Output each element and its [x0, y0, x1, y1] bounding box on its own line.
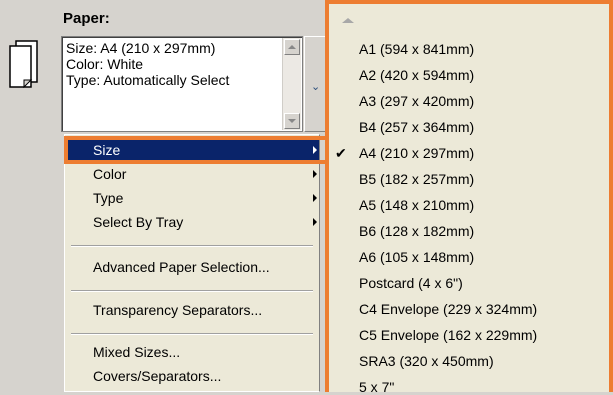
size-option-a2[interactable]: A2 (420 x 594mm) — [359, 67, 474, 83]
paper-dropdown-button[interactable]: ⌄ — [304, 36, 326, 132]
menu-item-label: Transparency Separators... — [93, 302, 263, 318]
menu-item-label: Mixed Sizes... — [93, 344, 181, 360]
menu-separator — [71, 290, 313, 292]
menu-item-select-by-tray[interactable]: Select By Tray — [65, 210, 319, 234]
submenu-arrow-icon — [313, 194, 317, 202]
size-option-postcard[interactable]: Postcard (4 x 6") — [359, 275, 463, 291]
size-option-a4[interactable]: A4 (210 x 297mm) — [359, 145, 474, 161]
checkmark-icon: ✔ — [335, 145, 347, 161]
size-option-c4-envelope[interactable]: C4 Envelope (229 x 324mm) — [359, 301, 537, 317]
size-option-b5[interactable]: B5 (182 x 257mm) — [359, 171, 474, 187]
menu-item-transparency-separators[interactable]: Transparency Separators... — [65, 298, 319, 322]
menu-item-advanced-paper-selection[interactable]: Advanced Paper Selection... — [65, 255, 319, 279]
size-option-b4[interactable]: B4 (257 x 364mm) — [359, 119, 474, 135]
paper-color-line: Color: White — [66, 56, 144, 72]
size-option-a6[interactable]: A6 (105 x 148mm) — [359, 249, 474, 265]
menu-item-label: Advanced Paper Selection... — [93, 259, 270, 275]
scroll-up-arrow-icon[interactable] — [342, 18, 354, 23]
size-option-sra3[interactable]: SRA3 (320 x 450mm) — [359, 353, 494, 369]
size-submenu: A1 (594 x 841mm) A2 (420 x 594mm) A3 (29… — [325, 0, 613, 395]
menu-item-label: Color — [93, 166, 127, 182]
submenu-arrow-icon — [313, 170, 317, 178]
dropdown-chevron-icon: ⌄ — [311, 81, 321, 93]
size-option-5x7[interactable]: 5 x 7" — [359, 379, 394, 395]
menu-item-label: Covers/Separators... — [93, 368, 222, 384]
size-option-c5-envelope[interactable]: C5 Envelope (162 x 229mm) — [359, 327, 537, 343]
menu-separator — [71, 245, 313, 247]
paper-info-box[interactable]: Size: A4 (210 x 297mm) Color: White Type… — [61, 36, 303, 132]
scroll-up-button[interactable] — [284, 39, 300, 55]
document-icon — [9, 40, 38, 88]
size-option-a3[interactable]: A3 (297 x 420mm) — [359, 93, 474, 109]
size-option-b6[interactable]: B6 (128 x 182mm) — [359, 223, 474, 239]
paper-context-menu: Size Color Type Select By Tray Advanced … — [64, 134, 320, 392]
paper-label: Paper: — [63, 10, 110, 27]
submenu-arrow-icon — [313, 218, 317, 226]
menu-separator — [71, 333, 313, 335]
menu-item-covers-separators[interactable]: Covers/Separators... — [65, 364, 319, 388]
menu-item-type[interactable]: Type — [65, 186, 319, 210]
info-scrollbar[interactable] — [282, 38, 301, 130]
scroll-down-button[interactable] — [284, 113, 300, 129]
size-highlight-box — [64, 136, 331, 164]
paper-size-line: Size: A4 (210 x 297mm) — [66, 40, 216, 56]
menu-item-label: Select By Tray — [93, 214, 184, 230]
menu-item-label: Type — [93, 190, 124, 206]
scroll-up-icon — [288, 45, 296, 49]
size-option-a1[interactable]: A1 (594 x 841mm) — [359, 41, 474, 57]
paper-type-line: Type: Automatically Select — [66, 72, 230, 88]
size-option-a5[interactable]: A5 (148 x 210mm) — [359, 197, 474, 213]
scroll-down-icon — [288, 119, 296, 123]
menu-item-mixed-sizes[interactable]: Mixed Sizes... — [65, 340, 319, 364]
menu-item-color[interactable]: Color — [65, 162, 319, 186]
